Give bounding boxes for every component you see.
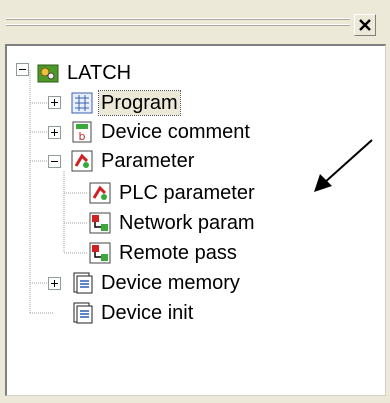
device-memory-icon xyxy=(73,272,93,294)
svg-text:b: b xyxy=(79,130,86,143)
tree-node-label: Device comment xyxy=(101,121,250,143)
expander-minus[interactable] xyxy=(16,63,29,76)
plc-parameter-icon xyxy=(89,182,111,204)
tree-node-network-param[interactable]: Network param xyxy=(89,209,257,237)
expander-plus[interactable] xyxy=(48,277,61,290)
tree-node-remote-pass[interactable]: Remote pass xyxy=(89,239,239,267)
tree-node-label: PLC parameter xyxy=(119,182,255,204)
expander-minus[interactable] xyxy=(48,155,61,168)
program-icon xyxy=(71,92,93,114)
expander-plus[interactable] xyxy=(48,96,61,109)
network-param-icon xyxy=(89,212,111,234)
device-init-icon xyxy=(73,302,93,324)
remote-pass-icon xyxy=(89,242,111,264)
close-button[interactable] xyxy=(354,14,376,36)
project-tree[interactable]: LATCH Program b Device comment Parameter xyxy=(5,44,386,396)
tree-node-device-memory[interactable]: Device memory xyxy=(71,269,242,297)
close-icon xyxy=(359,19,371,31)
tree-node-parameter[interactable]: Parameter xyxy=(71,147,196,175)
tree-node-label: Program xyxy=(98,90,181,116)
tree-node-label: LATCH xyxy=(67,62,132,84)
project-icon xyxy=(37,64,59,83)
device-comment-icon: b xyxy=(72,121,92,143)
tree-node-plc-parameter[interactable]: PLC parameter xyxy=(89,179,257,207)
tree-node-device-comment[interactable]: b Device comment xyxy=(71,118,252,146)
tree-node-program[interactable]: Program xyxy=(71,89,181,117)
tree-node-label: Parameter xyxy=(101,150,195,172)
tree-node-root[interactable]: LATCH xyxy=(37,59,133,87)
tree-node-label: Device memory xyxy=(101,272,240,294)
annotation-arrow-icon xyxy=(314,139,373,192)
tree-node-label: Remote pass xyxy=(119,242,237,264)
tree-node-label: Network param xyxy=(119,212,255,234)
panel-header xyxy=(6,12,386,38)
grip-line xyxy=(6,25,350,26)
grip-line xyxy=(6,19,350,20)
expander-plus[interactable] xyxy=(48,126,61,139)
tree-node-label: Device init xyxy=(101,302,194,324)
tree-node-device-init[interactable]: Device init xyxy=(71,299,195,327)
parameter-icon xyxy=(71,150,93,172)
